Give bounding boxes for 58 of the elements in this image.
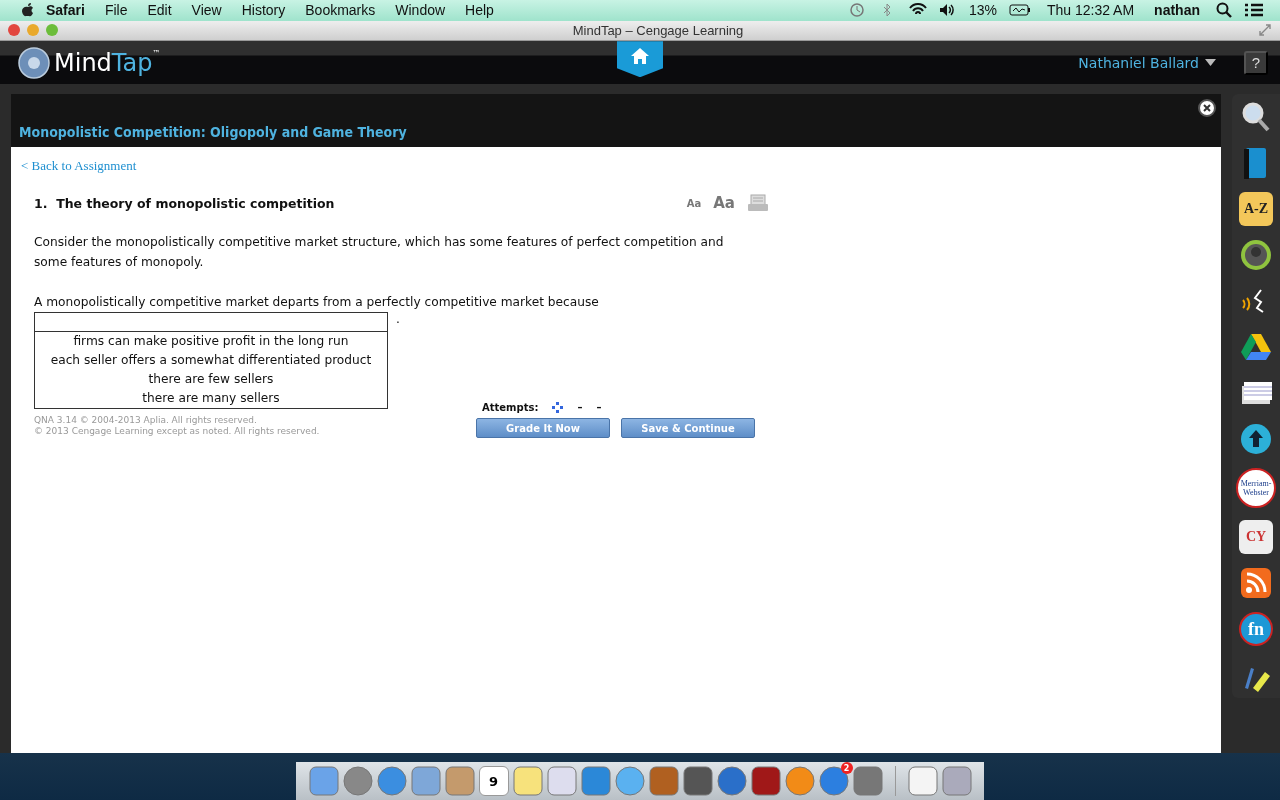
dropdown-option[interactable]: firms can make positive profit in the long run <box>35 332 387 352</box>
menu-item[interactable]: Edit <box>137 2 182 19</box>
print-icon[interactable] <box>747 194 769 213</box>
copyright-text: © 2013 Cengage Learning except as noted. All rights reserved. <box>34 426 321 438</box>
dropdown-option[interactable]: there are many sellers <box>35 389 387 409</box>
menu-item[interactable]: View <box>181 2 232 19</box>
attempts-label: Attempts: <box>482 402 539 414</box>
rss-icon[interactable] <box>1239 566 1273 601</box>
home-button[interactable] <box>617 41 663 78</box>
globe-logo-icon <box>18 46 50 79</box>
diamond-dots-icon <box>552 402 564 414</box>
menu-item[interactable]: History <box>231 2 296 19</box>
caret-icon <box>1205 59 1216 67</box>
cy-icon[interactable]: CY <box>1239 520 1273 555</box>
fullscreen-icon[interactable] <box>1258 23 1272 38</box>
help-button[interactable]: ? <box>1244 50 1268 75</box>
list-icon[interactable] <box>1244 2 1264 19</box>
dropdown-option[interactable]: each seller offers a somewhat differentiated product <box>35 351 387 371</box>
dropdown-list[interactable]: firms can make positive profit in the long run each seller offers a somewhat differentiated product there are few sellers there are many sellers <box>34 312 388 410</box>
font-smaller-button[interactable]: Aa <box>686 197 702 209</box>
panel-title: Monopolistic Competition: Oligopoly and Game Theory <box>19 124 407 141</box>
upload-icon[interactable] <box>1239 422 1273 457</box>
apple-icon[interactable] <box>20 2 36 19</box>
font-larger-button[interactable]: Aa <box>713 194 735 213</box>
close-icon <box>1203 104 1211 113</box>
menu-item[interactable]: File <box>94 2 138 19</box>
notification-badge: 2 <box>840 762 853 774</box>
zoom-window-button[interactable] <box>46 24 58 37</box>
profile-icon[interactable] <box>1239 238 1273 273</box>
menu-clock[interactable]: Thu 12:32 AM <box>1036 2 1145 19</box>
dictionary-icon[interactable]: Merriam-Webster <box>1236 468 1276 509</box>
glossary-icon[interactable]: A-Z <box>1239 192 1273 227</box>
question-title: 1. The theory of monopolistic competition <box>34 195 335 211</box>
menu-item[interactable]: Safari <box>36 2 95 19</box>
logo-text: MindTap$^{™}$ <box>54 48 161 77</box>
window-title: MindTap – Cengage Learning <box>571 22 745 38</box>
question-text: Consider the monopolistically competitive market structure, which has some features of perfect competition and some features of monopoly. <box>34 234 725 272</box>
battery-percent: 13% <box>967 2 998 19</box>
calendar-dock-icon[interactable]: 9 <box>478 766 509 796</box>
question-text: A monopolistically competitive market departs from a perfectly competitive market because <box>34 294 600 312</box>
close-window-button[interactable] <box>8 24 20 37</box>
close-button[interactable] <box>1198 99 1216 118</box>
user-menu[interactable]: Nathaniel Ballard <box>1078 54 1216 71</box>
menu-item[interactable]: Bookmarks <box>295 2 386 19</box>
attempt-value: – <box>577 402 583 414</box>
volume-icon[interactable] <box>938 2 957 19</box>
time-machine-icon[interactable] <box>848 2 867 19</box>
copyright-text: QNA 3.14 © 2004-2013 Aplia. All rights reserved. <box>34 415 258 427</box>
back-link[interactable]: < Back to Assignment <box>21 158 137 174</box>
home-icon <box>630 47 650 66</box>
search-icon[interactable] <box>1216 2 1232 19</box>
battery-icon[interactable] <box>1008 4 1031 17</box>
menu-item[interactable]: Window <box>385 2 456 19</box>
sentence-period: . <box>396 312 400 327</box>
menu-user[interactable]: nathan <box>1144 2 1210 19</box>
dropdown-option[interactable]: there are few sellers <box>35 370 387 390</box>
menu-item[interactable]: Help <box>455 2 504 19</box>
attempt-value: – <box>596 402 602 414</box>
